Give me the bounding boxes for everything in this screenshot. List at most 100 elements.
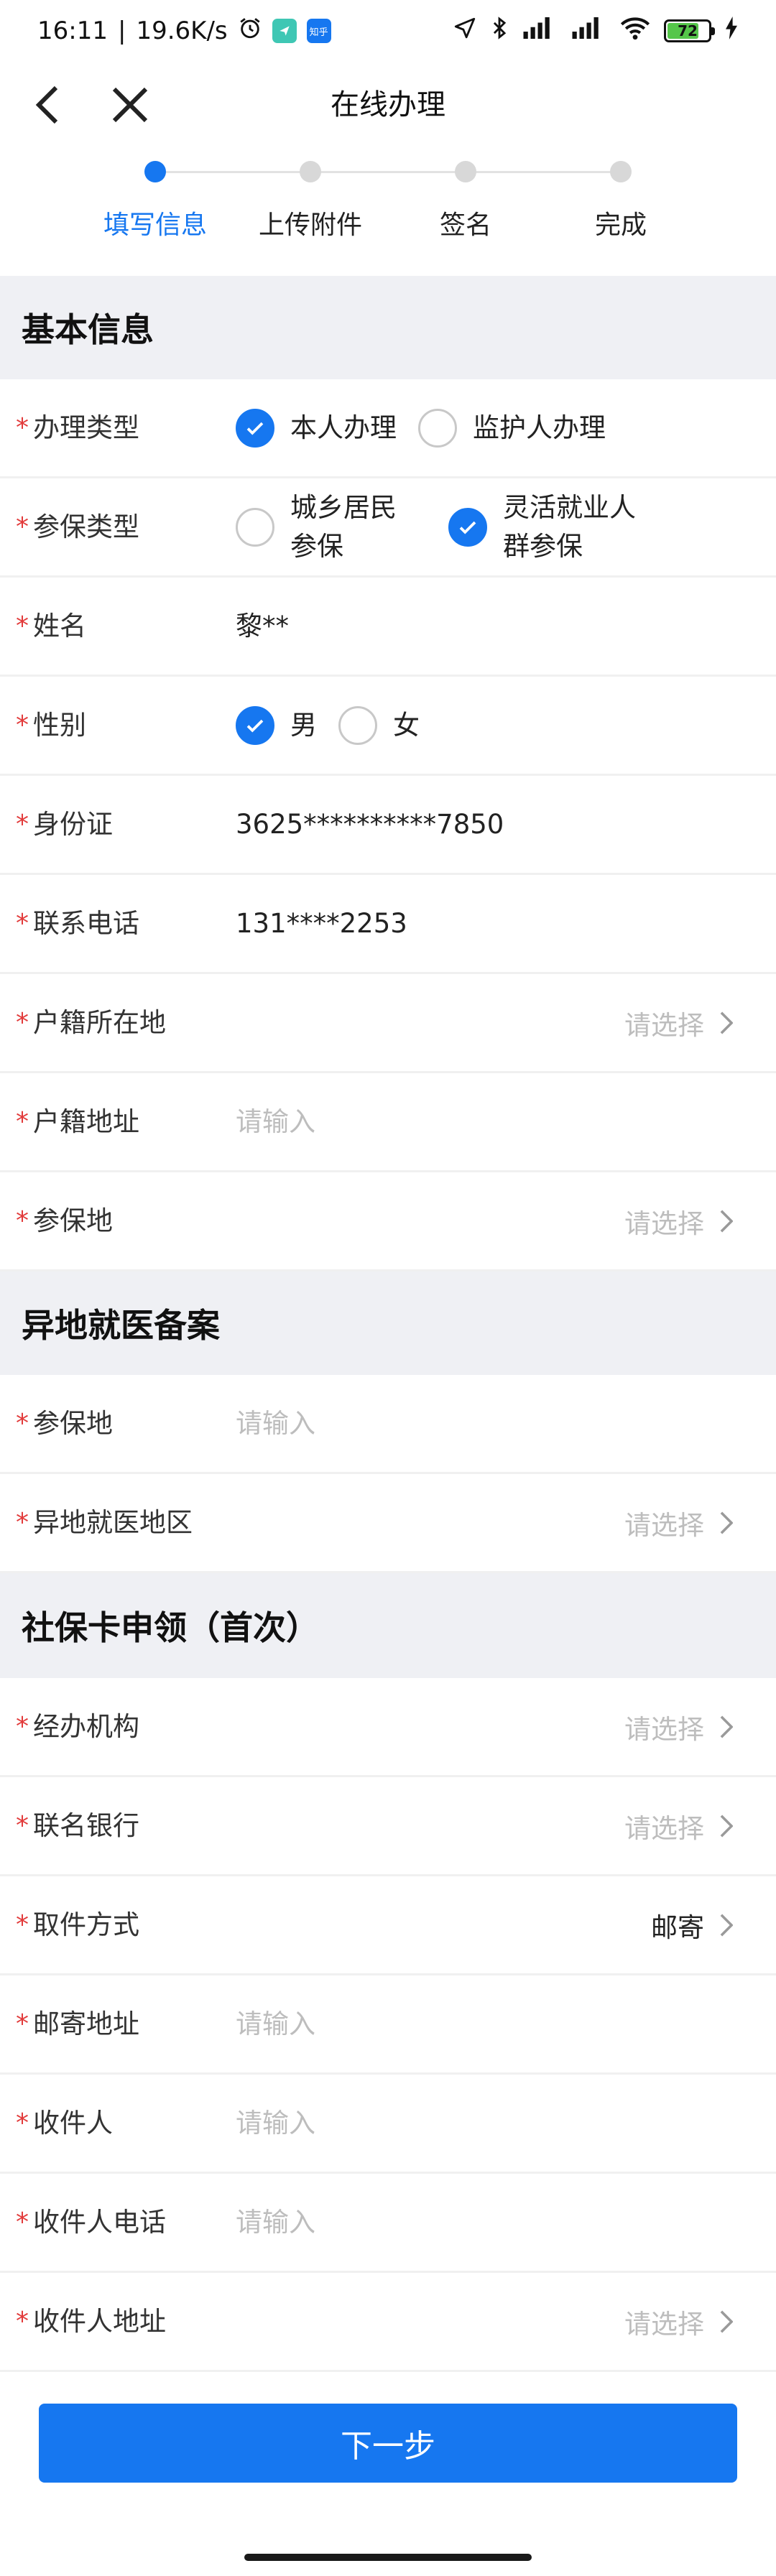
radio-male[interactable]: 男	[236, 705, 317, 745]
step-fill-info: 填写信息	[78, 148, 233, 241]
radio-checked-icon	[448, 507, 487, 547]
section-header-social-card: 社保卡申领（首次）	[0, 1573, 776, 1678]
form-row-handle-type: * 办理类型 本人办理 监护人办理	[0, 379, 776, 478]
form-row-recipient-phone[interactable]: * 收件人电话 请输入	[0, 2174, 776, 2273]
radio-label-line: 城乡居民	[290, 491, 397, 523]
app-notification-icon	[272, 19, 297, 43]
household-location-select[interactable]: 请选择	[624, 974, 739, 1071]
form-row-household-address[interactable]: * 户籍地址 请输入	[0, 1073, 776, 1172]
required-mark: *	[16, 1008, 29, 1037]
field-label: 身份证	[33, 809, 113, 840]
signal-icon	[522, 17, 558, 46]
form-row-household-location[interactable]: * 户籍所在地 请选择	[0, 974, 776, 1073]
status-time: 16:11	[37, 17, 108, 45]
step-done: 完成	[543, 148, 698, 241]
chevron-right-icon	[714, 1715, 739, 1739]
field-label: 参保地	[33, 1205, 113, 1236]
radio-checked-icon	[236, 705, 274, 745]
required-mark: *	[16, 1811, 29, 1840]
zhihu-app-icon: 知乎	[306, 19, 331, 43]
radio-urban-rural[interactable]: 城乡居民 参保	[236, 488, 427, 566]
alarm-icon	[238, 16, 262, 47]
name-value: 黎**	[236, 611, 289, 641]
required-mark: *	[16, 2307, 29, 2336]
radio-label-line: 参保	[290, 530, 343, 562]
form-row-name[interactable]: * 姓名 黎**	[0, 578, 776, 677]
agency-select[interactable]: 请选择	[624, 1678, 739, 1775]
form-row-insured-place[interactable]: * 参保地 请选择	[0, 1172, 776, 1271]
radio-unchecked-icon	[338, 705, 377, 745]
form-row-remote-insured-place[interactable]: * 参保地 请输入	[0, 1375, 776, 1474]
chevron-right-icon	[714, 1209, 739, 1233]
field-label: 经办机构	[33, 1711, 139, 1742]
remote-region-select[interactable]: 请选择	[624, 1474, 739, 1571]
recipient-phone-input[interactable]: 请输入	[236, 2174, 315, 2271]
required-mark: *	[16, 1712, 29, 1741]
next-step-button[interactable]: 下一步	[39, 2404, 737, 2483]
field-label: 收件人地址	[33, 2306, 166, 2337]
close-button[interactable]	[104, 79, 156, 131]
form-row-agency[interactable]: * 经办机构 请选择	[0, 1678, 776, 1777]
form-row-recipient-address[interactable]: * 收件人地址 请选择	[0, 2273, 776, 2372]
phone-value: 131****2253	[236, 908, 407, 939]
radio-checked-icon	[236, 408, 274, 448]
radio-flexible-employment[interactable]: 灵活就业人 群参保	[448, 488, 639, 566]
recipient-input[interactable]: 请输入	[236, 2075, 315, 2172]
radio-label: 灵活就业人 群参保	[503, 488, 639, 566]
required-mark: *	[16, 2207, 29, 2237]
radio-unchecked-icon	[418, 408, 457, 448]
nav-bar: 在线办理	[0, 62, 776, 148]
radio-female[interactable]: 女	[338, 705, 420, 745]
back-button[interactable]	[22, 79, 73, 131]
field-label: 办理类型	[33, 412, 139, 443]
status-net-speed: 19.6K/s	[136, 17, 228, 45]
select-value: 邮寄	[651, 1912, 704, 1943]
handle-type-radio-group: 本人办理 监护人办理	[236, 379, 627, 476]
insured-place-select[interactable]: 请选择	[624, 1172, 739, 1269]
radio-label: 女	[393, 709, 420, 741]
section-header-remote-medical: 异地就医备案	[0, 1271, 776, 1375]
chevron-right-icon	[714, 1814, 739, 1838]
form-row-phone[interactable]: * 联系电话 131****2253	[0, 875, 776, 974]
progress-steps: 填写信息 上传附件 签名 完成	[0, 148, 776, 276]
field-label: 参保类型	[33, 511, 139, 542]
pickup-method-select[interactable]: 邮寄	[651, 1876, 739, 1973]
form-row-bank[interactable]: * 联名银行 请选择	[0, 1777, 776, 1876]
status-bar: 16:11 | 19.6K/s 知乎 72	[0, 0, 776, 62]
required-mark: *	[16, 1206, 29, 1236]
step-dot	[610, 161, 632, 182]
step-label: 上传附件	[258, 210, 362, 240]
form-row-remote-region[interactable]: * 异地就医地区 请选择	[0, 1474, 776, 1573]
household-address-input[interactable]: 请输入	[236, 1073, 315, 1170]
field-label: 性别	[33, 710, 86, 741]
form-row-pickup-method[interactable]: * 取件方式 邮寄	[0, 1876, 776, 1975]
step-label: 填写信息	[103, 210, 207, 240]
chevron-right-icon	[714, 1011, 739, 1035]
select-placeholder: 请选择	[624, 2308, 704, 2340]
form-row-id-card[interactable]: * 身份证 3625**********7850	[0, 776, 776, 875]
home-indicator[interactable]	[244, 2554, 532, 2561]
bank-select[interactable]: 请选择	[624, 1777, 739, 1874]
form-row-mail-address[interactable]: * 邮寄地址 请输入	[0, 1975, 776, 2075]
charging-icon	[724, 16, 739, 46]
insure-type-radio-group: 城乡居民 参保 灵活就业人 群参保	[236, 478, 661, 575]
required-mark: *	[16, 1409, 29, 1438]
form-row-gender: * 性别 男 女	[0, 677, 776, 776]
step-dot	[455, 161, 476, 182]
select-placeholder: 请选择	[624, 1509, 704, 1541]
field-label: 取件方式	[33, 1909, 139, 1940]
field-label: 联名银行	[33, 1810, 139, 1841]
form-row-recipient[interactable]: * 收件人 请输入	[0, 2075, 776, 2174]
radio-guardian[interactable]: 监护人办理	[418, 408, 606, 448]
radio-label-line: 灵活就业人	[503, 491, 636, 523]
id-card-value: 3625**********7850	[236, 809, 504, 840]
step-dot	[144, 161, 166, 182]
field-label: 户籍所在地	[33, 1007, 166, 1038]
mail-address-input[interactable]: 请输入	[236, 1975, 315, 2072]
remote-insured-place-input[interactable]: 请输入	[236, 1375, 315, 1472]
status-separator: |	[117, 17, 126, 45]
recipient-address-select[interactable]: 请选择	[624, 2273, 739, 2370]
bluetooth-icon	[490, 16, 509, 47]
radio-self[interactable]: 本人办理	[236, 408, 397, 448]
required-mark: *	[16, 2108, 29, 2138]
